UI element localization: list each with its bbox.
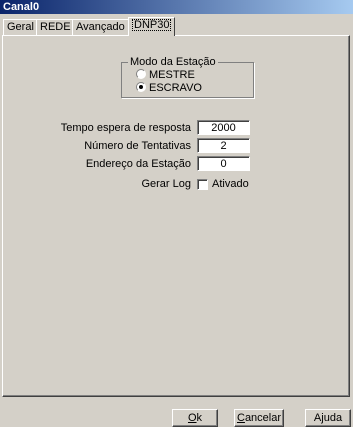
help-button[interactable]: Ajuda	[305, 409, 351, 427]
tab-avancado[interactable]: Avançado	[72, 19, 129, 35]
tab-label: DNP30	[132, 19, 172, 31]
ok-label: k	[196, 412, 203, 424]
retries-label: Número de Tentativas	[84, 140, 191, 152]
tab-label: Avançado	[76, 21, 125, 33]
radio-label: ESCRAVO	[149, 82, 202, 94]
radio-button-checked-icon[interactable]	[136, 82, 146, 92]
radio-label: MESTRE	[149, 69, 195, 81]
title-bar[interactable]: Canal0	[0, 0, 353, 14]
ok-accel: O	[187, 412, 197, 424]
tab-panel-dnp30: Modo da Estação MESTRE ESCRAVO Tempo esp…	[2, 35, 350, 397]
tab-label: Geral	[7, 21, 34, 33]
dialog-window: Canal0 Geral REDE Avançado DNP30 Modo da…	[0, 0, 353, 427]
tab-rede[interactable]: REDE	[36, 19, 75, 35]
ok-button[interactable]: Ok	[172, 409, 218, 427]
tab-dnp30[interactable]: DNP30	[128, 17, 176, 36]
log-checkbox[interactable]	[197, 179, 208, 190]
tab-label: REDE	[40, 21, 71, 33]
response-timeout-input[interactable]	[197, 120, 250, 135]
window-title: Canal0	[3, 1, 40, 13]
radio-escravo[interactable]: ESCRAVO	[136, 82, 202, 95]
radio-mestre[interactable]: MESTRE	[136, 69, 195, 82]
station-mode-group: Modo da Estação MESTRE ESCRAVO	[121, 55, 254, 98]
cancel-button[interactable]: Cancelar	[234, 409, 284, 427]
help-label: uda	[323, 412, 343, 424]
response-timeout-label: Tempo espera de resposta	[60, 122, 191, 134]
cancel-label: ancelar	[244, 412, 282, 424]
radio-button-icon[interactable]	[136, 69, 146, 79]
retries-input[interactable]	[197, 138, 250, 153]
cancel-accel: C	[236, 412, 245, 424]
station-address-input[interactable]	[197, 156, 250, 171]
station-address-label: Endereço da Estação	[85, 158, 191, 170]
log-checkbox-label[interactable]: Ativado	[212, 177, 249, 191]
log-label: Gerar Log	[141, 178, 191, 190]
station-mode-title: Modo da Estação	[128, 55, 218, 69]
tab-geral[interactable]: Geral	[3, 19, 38, 35]
